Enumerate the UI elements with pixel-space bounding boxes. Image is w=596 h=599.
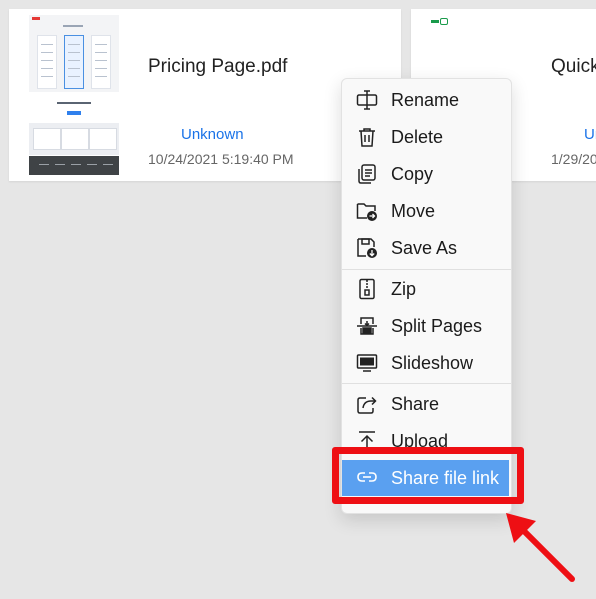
split-pages-icon	[356, 315, 378, 337]
menu-item-share[interactable]: Share	[342, 387, 511, 421]
pdf-thumbnail	[29, 15, 119, 175]
copy-icon	[356, 163, 378, 185]
file-name: Quick	[551, 56, 596, 77]
menu-item-delete[interactable]: Delete	[342, 120, 511, 154]
menu-item-label: Share	[391, 394, 440, 414]
file-date: 1/29/20	[551, 151, 596, 167]
menu-item-label: Split Pages	[391, 316, 483, 336]
file-date: 10/24/2021 5:19:40 PM	[148, 151, 294, 167]
document-logo-icon	[431, 18, 449, 26]
menu-item-label: Rename	[391, 90, 460, 110]
save-as-icon	[356, 237, 378, 259]
menu-item-zip[interactable]: Zip	[342, 272, 511, 306]
menu-item-split-pages[interactable]: Split Pages	[342, 309, 511, 343]
slideshow-icon	[356, 352, 378, 374]
share-icon	[356, 393, 378, 415]
file-author: Un	[584, 126, 596, 143]
menu-item-label: Zip	[391, 279, 417, 299]
menu-separator	[342, 383, 511, 384]
menu-item-move[interactable]: Move	[342, 194, 511, 228]
move-folder-icon	[356, 200, 378, 222]
file-name: Pricing Page.pdf	[148, 56, 288, 77]
menu-item-slideshow[interactable]: Slideshow	[342, 346, 511, 380]
menu-item-save-as[interactable]: Save As	[342, 231, 511, 265]
zip-icon	[356, 278, 378, 300]
menu-item-label: Delete	[391, 127, 444, 147]
menu-item-label: Save As	[391, 238, 458, 258]
menu-item-rename[interactable]: Rename	[342, 83, 511, 117]
file-author: Unknown	[181, 126, 244, 143]
menu-item-label: Slideshow	[391, 353, 474, 373]
menu-item-label: Copy	[391, 164, 434, 184]
menu-item-copy[interactable]: Copy	[342, 157, 511, 191]
rename-icon	[356, 89, 378, 111]
annotation-arrow-icon	[506, 513, 575, 582]
highlight-annotation-box	[332, 447, 524, 504]
menu-separator	[342, 269, 511, 270]
menu-item-label: Move	[391, 201, 436, 221]
trash-icon	[356, 126, 378, 148]
